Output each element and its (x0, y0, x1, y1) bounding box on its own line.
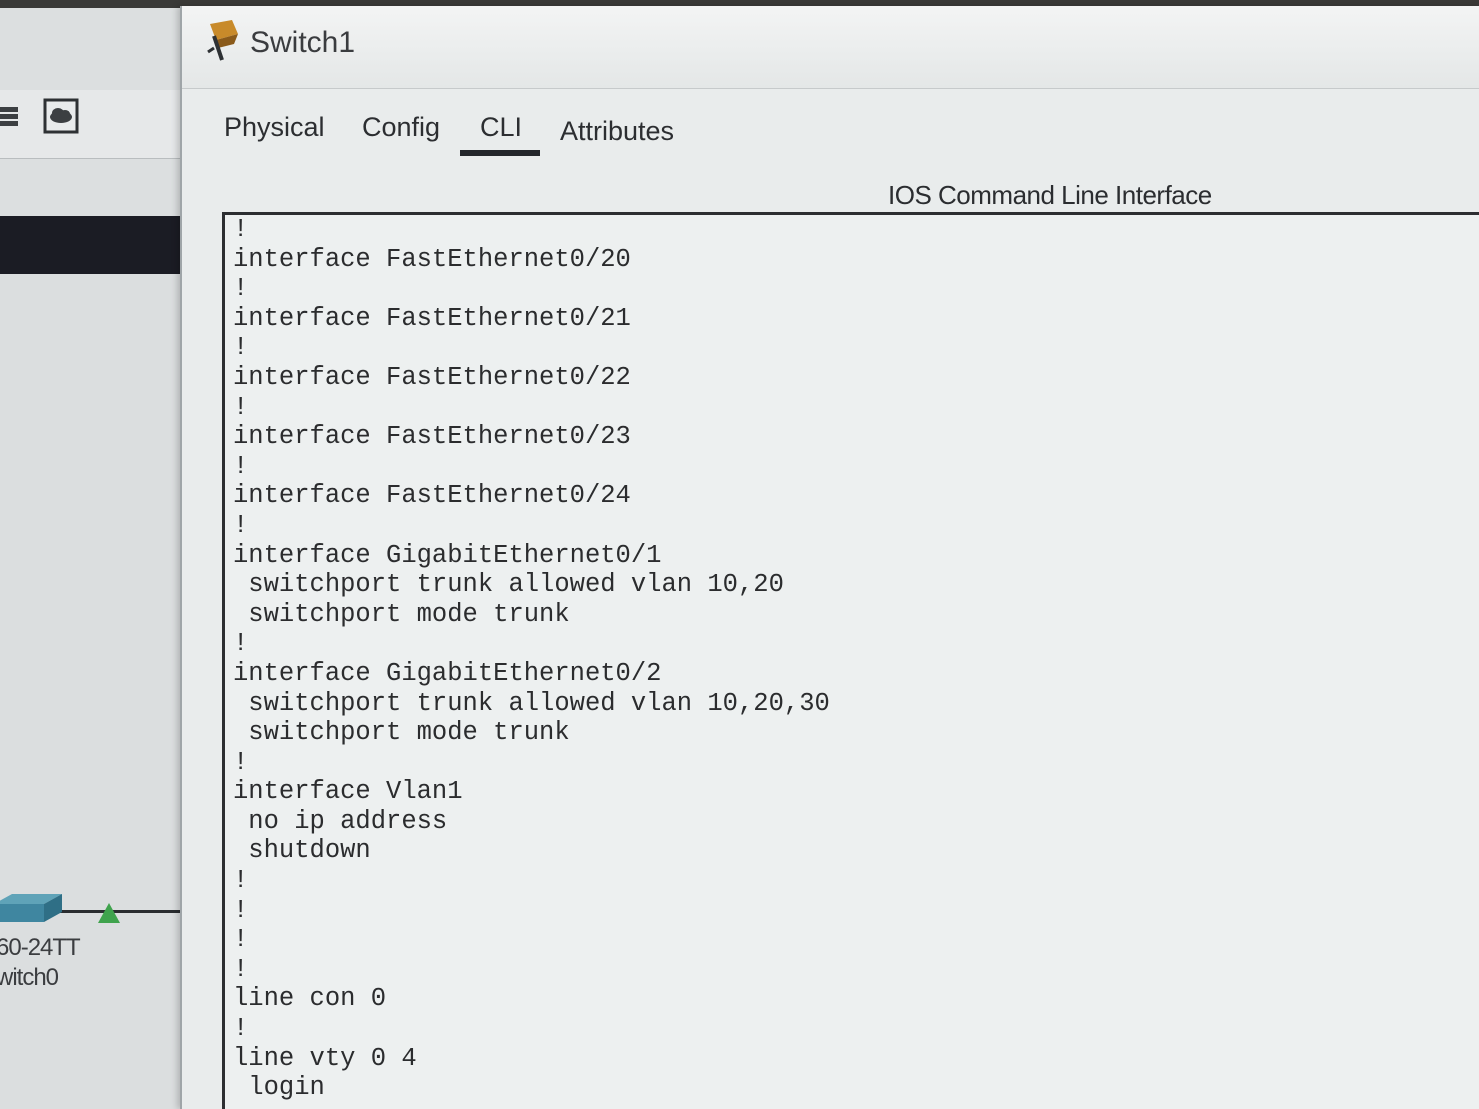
workspace-header-bar (0, 216, 180, 274)
terminal-line: interface FastEthernet0/21 (233, 303, 631, 333)
terminal-line: ! (233, 925, 249, 955)
terminal-line: ! (233, 333, 249, 363)
terminal-line: no ip address (233, 806, 448, 836)
switch-icon[interactable] (0, 892, 66, 937)
terminal-line: ! (233, 1014, 249, 1044)
terminal-line: ! (233, 510, 249, 540)
cli-terminal[interactable]: ! interface FastEthernet0/20! interface Fa… (222, 212, 1479, 1109)
terminal-line: ! (233, 215, 249, 244)
terminal-line: ! (233, 392, 249, 422)
terminal-line: ! (233, 451, 249, 481)
device-dialog: Switch1 Physical Config CLI Attributes I… (180, 6, 1479, 1109)
tab-physical[interactable]: Physical (224, 112, 325, 143)
screen: 60-24TT witch0 Switch1 Physical Config C… (0, 0, 1479, 1109)
terminal-line: ! (233, 629, 249, 659)
terminal-line: switchport mode trunk (233, 599, 570, 629)
tab-cli[interactable]: CLI (480, 112, 522, 143)
switch-device-icon (204, 18, 244, 67)
tab-bar: Physical Config CLI Attributes (182, 96, 1479, 168)
terminal-line: interface GigabitEthernet0/2 (233, 658, 662, 688)
terminal-line: interface Vlan1 (233, 777, 463, 807)
dialog-titlebar[interactable]: Switch1 (182, 6, 1479, 89)
terminal-line: ! (233, 895, 249, 925)
terminal-line: interface FastEthernet0/22 (233, 362, 631, 392)
terminal-line: line con 0 (233, 984, 387, 1014)
device-model-label[interactable]: 60-24TT (0, 934, 81, 962)
terminal-line: shutdown (233, 836, 371, 866)
terminal-line: ! (233, 747, 249, 777)
terminal-output: ! interface FastEthernet0/20! interface Fa… (233, 215, 830, 1103)
selected-tab-indicator (460, 150, 540, 156)
cloud-icon[interactable] (42, 98, 80, 134)
workspace-toolbar (0, 90, 182, 159)
terminal-line: login (233, 1073, 325, 1103)
terminal-line: line vty 0 4 (233, 1043, 417, 1073)
print-icon[interactable] (0, 98, 24, 134)
terminal-line: switchport trunk allowed vlan 10,20,30 (233, 688, 830, 718)
link-led-icon (96, 901, 122, 930)
terminal-line: switchport mode trunk (233, 718, 570, 748)
terminal-line: ! (233, 866, 249, 896)
terminal-line: switchport trunk allowed vlan 10,20 (233, 570, 784, 600)
tab-config[interactable]: Config (362, 112, 440, 143)
terminal-line: interface FastEthernet0/23 (233, 422, 631, 452)
device-name-label[interactable]: witch0 (0, 964, 59, 992)
terminal-line: interface FastEthernet0/20 (233, 244, 631, 274)
tab-attributes[interactable]: Attributes (560, 116, 674, 147)
terminal-line: interface GigabitEthernet0/1 (233, 540, 662, 570)
window-title: Switch1 (250, 26, 356, 59)
terminal-line: ! (233, 274, 249, 304)
cli-heading: IOS Command Line Interface (888, 180, 1212, 210)
terminal-line: ! (233, 954, 249, 984)
terminal-line: interface FastEthernet0/24 (233, 481, 631, 511)
